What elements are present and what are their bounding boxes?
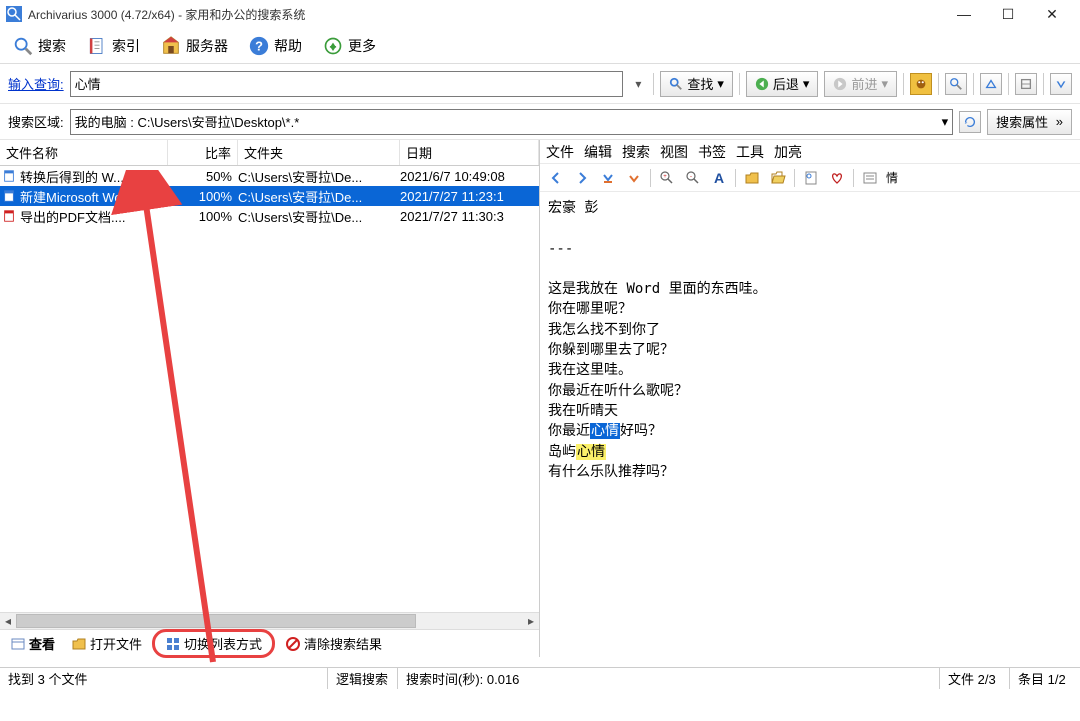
horizontal-scrollbar[interactable]: ◂ ▸ [0, 612, 539, 629]
table-row[interactable]: 转换后得到的 W...50%C:\Users\安哥拉\De...2021/6/7… [0, 166, 539, 186]
list-icon[interactable] [860, 168, 880, 188]
chevron-down-icon: ▾ [942, 114, 949, 130]
help-tab[interactable]: ?帮助 [242, 33, 308, 59]
titlebar: Archivarius 3000 (4.72/x64) - 家用和办公的搜索系统… [0, 0, 1080, 28]
preview-content[interactable]: 宏豪 彭 --- 这是我放在 Word 里面的东西哇。 你在哪里呢？ 我怎么找不… [540, 192, 1080, 657]
menu-item[interactable]: 工具 [736, 142, 764, 162]
arrow-left-icon[interactable] [546, 168, 566, 188]
preview-toolbar: + - A 情 [540, 164, 1080, 192]
more-icon [322, 35, 344, 57]
font-icon[interactable]: A [709, 168, 729, 188]
index-icon [86, 35, 108, 57]
main-toolbar: 搜索 索引 服务器 ?帮助 更多 [0, 28, 1080, 64]
menu-item[interactable]: 视图 [660, 142, 688, 162]
svg-text:-: - [690, 174, 692, 180]
query-label[interactable]: 输入查询: [8, 74, 64, 93]
app-icon [6, 6, 22, 22]
col-name[interactable]: 文件名称 [0, 140, 168, 165]
help-icon: ? [248, 35, 270, 57]
forward-button: 前进 ▾ [824, 71, 897, 97]
back-button[interactable]: 后退 ▾ [746, 71, 819, 97]
table-row[interactable]: 导出的PDF文档....100%C:\Users\安哥拉\De...2021/7… [0, 206, 539, 226]
tool-icon-3[interactable] [980, 73, 1002, 95]
results-toolbar: 查看 打开文件 切换列表方式 清除搜索结果 [0, 629, 539, 657]
scope-select[interactable]: 我的电脑 : C:\Users\安哥拉\Desktop\*.*▾ [70, 109, 954, 135]
page-icon[interactable] [801, 168, 821, 188]
table-header: 文件名称 比率 文件夹 日期 [0, 140, 539, 166]
preview-pane: 文件编辑搜索视图书签工具加亮 + - A 情 宏豪 彭 --- 这是我放 [540, 140, 1080, 657]
folder-icon[interactable] [742, 168, 762, 188]
highlight-blue: 心情 [590, 423, 620, 439]
status-file: 文件 2/3 [940, 668, 1010, 689]
highlight-yellow: 心情 [576, 444, 606, 460]
col-date[interactable]: 日期 [400, 140, 539, 165]
server-icon [160, 35, 182, 57]
results-pane: 文件名称 比率 文件夹 日期 转换后得到的 W...50%C:\Users\安哥… [0, 140, 540, 657]
minimize-button[interactable]: — [942, 0, 986, 28]
dropdown-icon[interactable]: ▾ [629, 77, 647, 91]
menu-item[interactable]: 编辑 [584, 142, 612, 162]
tool-icon-2[interactable] [945, 73, 967, 95]
arrow-right-icon[interactable] [572, 168, 592, 188]
query-bar: 输入查询: ▾ 查找 ▾ 后退 ▾ 前进 ▾ [0, 64, 1080, 104]
query-input[interactable] [70, 71, 624, 97]
menu-item[interactable]: 文件 [546, 142, 574, 162]
tool-icon-1[interactable] [910, 73, 932, 95]
tool-icon-4[interactable] [1015, 73, 1037, 95]
status-logic: 逻辑搜索 [328, 668, 398, 689]
scope-label: 搜索区域: [8, 112, 64, 131]
open-file-button[interactable]: 打开文件 [65, 632, 148, 655]
status-found: 找到 3 个文件 [0, 668, 328, 689]
zoom-out-icon[interactable]: - [683, 168, 703, 188]
server-tab[interactable]: 服务器 [154, 33, 234, 59]
clear-results-button[interactable]: 清除搜索结果 [279, 632, 388, 655]
open-icon[interactable] [768, 168, 788, 188]
table-body[interactable]: 转换后得到的 W...50%C:\Users\安哥拉\De...2021/6/7… [0, 166, 539, 612]
col-rate[interactable]: 比率 [168, 140, 238, 165]
tool-icon-5[interactable] [1050, 73, 1072, 95]
find-button[interactable]: 查找 ▾ [660, 71, 733, 97]
col-folder[interactable]: 文件夹 [238, 140, 400, 165]
preview-menubar: 文件编辑搜索视图书签工具加亮 [540, 140, 1080, 164]
menu-item[interactable]: 书签 [698, 142, 726, 162]
zoom-in-icon[interactable]: + [657, 168, 677, 188]
toggle-list-button[interactable]: 切换列表方式 [152, 629, 275, 658]
arrow-down-icon[interactable] [624, 168, 644, 188]
status-item: 条目 1/2 [1010, 668, 1080, 689]
close-button[interactable]: ✕ [1030, 0, 1074, 28]
search-props-button[interactable]: 搜索属性 » [987, 109, 1072, 135]
window-title: Archivarius 3000 (4.72/x64) - 家用和办公的搜索系统 [28, 6, 942, 23]
index-tab[interactable]: 索引 [80, 33, 146, 59]
more-tab[interactable]: 更多 [316, 33, 382, 59]
arrow-down-end-icon[interactable] [598, 168, 618, 188]
maximize-button[interactable]: ☐ [986, 0, 1030, 28]
menu-item[interactable]: 加亮 [774, 142, 802, 162]
search-tab[interactable]: 搜索 [6, 33, 72, 59]
status-time: 搜索时间(秒): 0.016 [398, 668, 940, 689]
table-row[interactable]: 新建Microsoft Wo...100%C:\Users\安哥拉\De...2… [0, 186, 539, 206]
statusbar: 找到 3 个文件 逻辑搜索 搜索时间(秒): 0.016 文件 2/3 条目 1… [0, 667, 1080, 689]
search-icon [12, 35, 34, 57]
svg-text:+: + [663, 174, 667, 180]
svg-text:?: ? [255, 38, 263, 53]
view-button[interactable]: 查看 [4, 632, 61, 655]
scope-refresh-icon[interactable] [959, 111, 981, 133]
menu-item[interactable]: 搜索 [622, 142, 650, 162]
heart-icon[interactable] [827, 168, 847, 188]
scope-bar: 搜索区域: 我的电脑 : C:\Users\安哥拉\Desktop\*.*▾ 搜… [0, 104, 1080, 140]
heart-label: 情 [886, 169, 898, 186]
